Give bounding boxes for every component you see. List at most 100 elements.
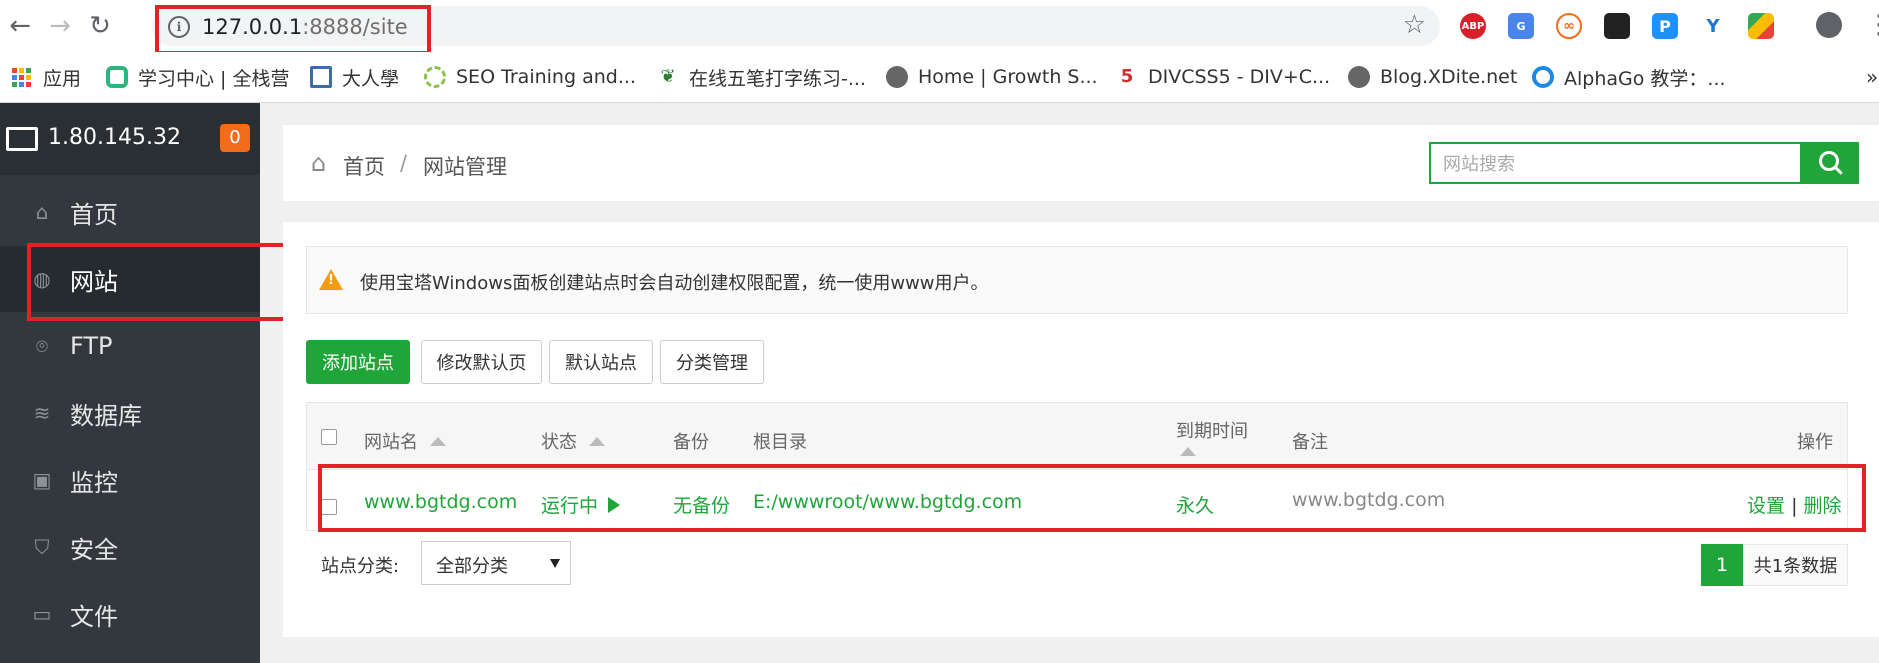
search-input[interactable] bbox=[1441, 144, 1745, 184]
sidebar-item-database[interactable]: ≋ 数据库 bbox=[0, 380, 260, 446]
sort-up-icon[interactable] bbox=[1180, 447, 1196, 456]
bookmark-label: SEO Training and... bbox=[456, 66, 636, 88]
ghost-icon[interactable] bbox=[1604, 13, 1630, 39]
bookmark-darenxue[interactable]: 大人學 bbox=[310, 63, 399, 91]
bookmark-growth[interactable]: Home | Growth S... bbox=[886, 63, 1098, 91]
forward-icon[interactable]: → bbox=[42, 8, 78, 44]
sidebar-item-monitor[interactable]: ▣ 监控 bbox=[0, 447, 260, 513]
bookmark-label: Home | Growth S... bbox=[918, 66, 1098, 88]
notice-banner: ! 使用宝塔Windows面板创建站点时会自动创建权限配置，统一使用www用户。 bbox=[306, 246, 1848, 314]
warning-icon: ! bbox=[319, 269, 343, 290]
sidebar-item-files[interactable]: ▭ 文件 bbox=[0, 581, 260, 647]
bookmark-label: DIVCSS5 - DIV+C... bbox=[1148, 66, 1331, 88]
site-expiry-link[interactable]: 永久 bbox=[1176, 491, 1214, 518]
breadcrumb-home[interactable]: 首页 bbox=[343, 151, 385, 181]
translate-icon[interactable]: G bbox=[1508, 13, 1534, 39]
sidebar-item-site[interactable]: ◍ 网站 bbox=[0, 246, 260, 312]
address-bar[interactable]: i 127.0.0.1:8888/site ☆ bbox=[152, 6, 1440, 46]
sidebar-item-ftp[interactable]: ⌾ FTP bbox=[0, 313, 260, 379]
category-manage-button[interactable]: 分类管理 bbox=[660, 340, 764, 384]
select-all-checkbox[interactable] bbox=[321, 429, 337, 445]
globe-icon bbox=[1348, 66, 1370, 88]
bookmark-apps[interactable]: 应用 bbox=[12, 63, 81, 91]
col-name-header[interactable]: 网站名 bbox=[364, 428, 446, 454]
translate-label: G bbox=[1516, 19, 1526, 33]
sort-up-icon bbox=[430, 436, 446, 446]
site-remark[interactable]: www.bgtdg.com bbox=[1292, 489, 1445, 511]
total-count: 共1条数据 bbox=[1743, 544, 1848, 586]
site-info-icon[interactable]: i bbox=[168, 16, 190, 38]
play-icon bbox=[608, 496, 621, 513]
site-table: 网站名 状态 备份 根目录 到期时间 备注 操作 www.bgtdg.com 运… bbox=[306, 402, 1848, 531]
fullstack-icon bbox=[106, 66, 128, 88]
sidebar-item-label: 数据库 bbox=[70, 401, 142, 430]
site-root-link[interactable]: E:/wwwroot/www.bgtdg.com bbox=[753, 491, 1022, 513]
page-1-button[interactable]: 1 bbox=[1701, 544, 1743, 586]
sidebar-item-label: 网站 bbox=[70, 267, 118, 296]
y-extension-icon[interactable]: Y bbox=[1700, 13, 1726, 39]
sidebar-item-label: 安全 bbox=[70, 535, 118, 564]
bookmark-wubi[interactable]: ❦ 在线五笔打字练习-... bbox=[657, 63, 866, 91]
monitor-icon bbox=[6, 127, 38, 151]
more-bookmarks-icon[interactable]: » bbox=[1866, 63, 1878, 91]
row-checkbox[interactable] bbox=[321, 499, 337, 515]
col-status-header[interactable]: 状态 bbox=[541, 428, 605, 454]
back-icon[interactable]: ← bbox=[2, 8, 38, 44]
breadcrumb-separator: / bbox=[400, 151, 408, 175]
settings-link[interactable]: 设置 bbox=[1747, 495, 1785, 517]
adblock-icon[interactable]: ABP bbox=[1460, 13, 1486, 39]
bookmarks-bar: 应用 学习中心 | 全栈营 大人學 SEO Training and... ❦ … bbox=[0, 52, 1879, 103]
bookmark-divcss5[interactable]: 5 DIVCSS5 - DIV+C... bbox=[1116, 63, 1330, 91]
notification-badge[interactable]: 0 bbox=[220, 124, 250, 152]
globe-icon: ◍ bbox=[33, 267, 51, 291]
row-actions: 设置 | 删除 bbox=[1747, 491, 1842, 518]
site-status[interactable]: 运行中 bbox=[541, 491, 621, 518]
site-backup-link[interactable]: 无备份 bbox=[673, 491, 730, 518]
alphago-icon bbox=[1532, 66, 1554, 88]
default-site-button[interactable]: 默认站点 bbox=[549, 340, 653, 384]
modify-default-page-button[interactable]: 修改默认页 bbox=[421, 340, 542, 384]
search-button[interactable] bbox=[1802, 142, 1859, 184]
status-label: 运行中 bbox=[541, 495, 599, 517]
site-search-field[interactable] bbox=[1429, 142, 1802, 184]
divcss5-icon: 5 bbox=[1116, 66, 1138, 88]
add-site-button[interactable]: 添加站点 bbox=[306, 340, 410, 384]
url-text[interactable]: 127.0.0.1:8888/site bbox=[202, 15, 408, 39]
bookmark-seo[interactable]: SEO Training and... bbox=[424, 63, 636, 91]
col-expiry-header[interactable]: 到期时间 bbox=[1176, 417, 1248, 443]
p-extension-label: P bbox=[1659, 16, 1671, 36]
home-icon: ⌂ bbox=[35, 200, 49, 224]
bookmark-label: 学习中心 | 全栈营 bbox=[138, 67, 290, 90]
sidebar-item-security[interactable]: ⛉ 安全 bbox=[0, 514, 260, 580]
site-management-panel: ! 使用宝塔Windows面板创建站点时会自动创建权限配置，统一使用www用户。… bbox=[283, 222, 1879, 637]
home-icon[interactable]: ⌂ bbox=[311, 149, 326, 177]
col-name-label: 网站名 bbox=[364, 432, 418, 453]
delete-link[interactable]: 删除 bbox=[1804, 495, 1842, 517]
bookmark-label: Blog.XDite.net bbox=[1380, 66, 1518, 88]
lightning-extension-icon[interactable] bbox=[1748, 13, 1774, 39]
bookmark-label: 在线五笔打字练习-... bbox=[689, 67, 866, 90]
p-extension-icon[interactable]: P bbox=[1652, 13, 1678, 39]
col-backup-header: 备份 bbox=[673, 432, 709, 453]
infinity-icon[interactable]: ∞ bbox=[1556, 13, 1582, 39]
sidebar-item-home[interactable]: ⌂ 首页 bbox=[0, 179, 260, 245]
folder-icon: ▭ bbox=[32, 602, 52, 626]
profile-avatar-icon[interactable] bbox=[1816, 12, 1842, 38]
browser-menu-icon[interactable]: ⋮ bbox=[1866, 10, 1879, 40]
infinity-label: ∞ bbox=[1563, 18, 1575, 34]
bookmark-star-icon[interactable]: ☆ bbox=[1403, 10, 1426, 40]
site-name-link[interactable]: www.bgtdg.com bbox=[364, 491, 517, 513]
category-select[interactable]: 全部分类 bbox=[421, 541, 571, 585]
monitor-chart-icon: ▣ bbox=[32, 468, 52, 492]
ftp-icon: ⌾ bbox=[36, 334, 48, 358]
reload-icon[interactable]: ↻ bbox=[82, 8, 118, 44]
bookmark-fullstack[interactable]: 学习中心 | 全栈营 bbox=[106, 63, 289, 91]
action-separator: | bbox=[1791, 495, 1798, 517]
bookmark-xdite[interactable]: Blog.XDite.net bbox=[1348, 63, 1517, 91]
sidebar-item-label: 监控 bbox=[70, 468, 118, 497]
search-icon bbox=[1818, 151, 1839, 171]
wubi-icon: ❦ bbox=[657, 66, 679, 88]
bookmark-label: 应用 bbox=[43, 67, 82, 90]
bookmark-alphago[interactable]: AlphaGo 教学：... bbox=[1532, 63, 1726, 91]
sidebar-item-label: 首页 bbox=[70, 200, 118, 229]
